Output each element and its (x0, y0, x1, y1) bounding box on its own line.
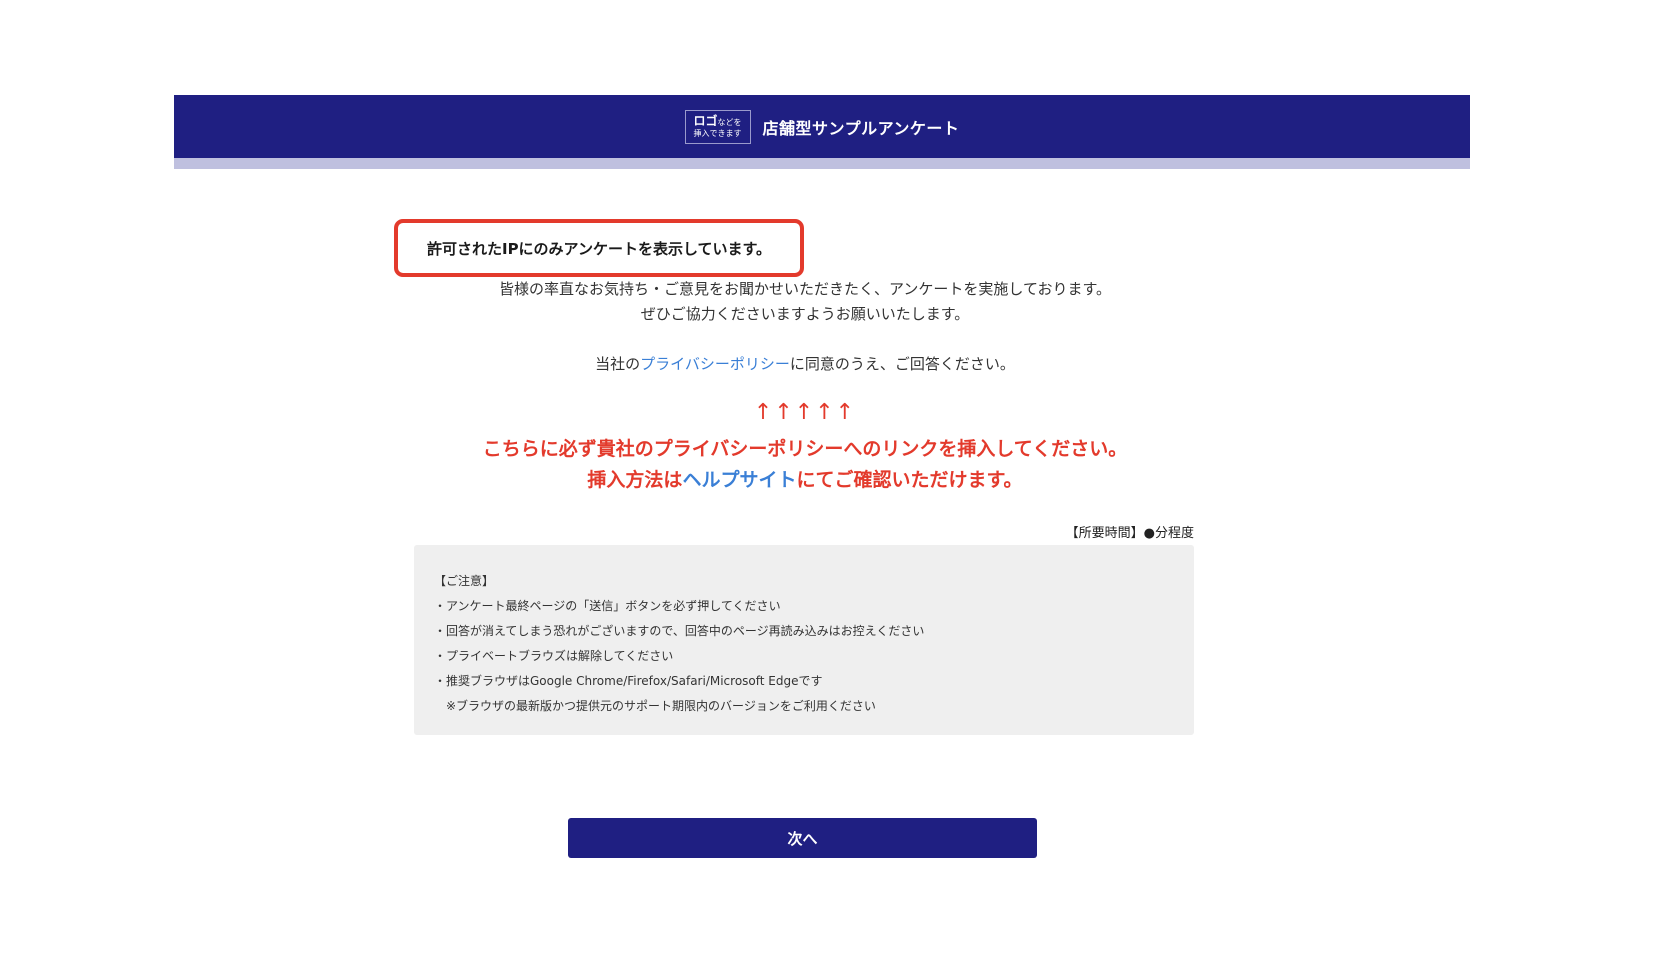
logo-text: ロゴ (693, 114, 718, 128)
logo-placeholder: ロゴなどを 挿入できます (684, 109, 751, 144)
estimated-time: 【所要時間】●分程度 (1065, 526, 1194, 541)
help-prefix: 挿入方法は (587, 469, 683, 491)
survey-header: ロゴなどを 挿入できます 店舗型サンプルアンケート (174, 95, 1470, 158)
privacy-suffix: に同意のうえ、ご回答ください。 (789, 355, 1015, 373)
privacy-policy-link[interactable]: プライバシーポリシー (640, 355, 790, 373)
caution-item: ・アンケート最終ページの「送信」ボタンを必ず押してください (434, 599, 781, 613)
help-site-link[interactable]: ヘルプサイト (682, 469, 796, 491)
intro-line-1: 皆様の率直なお気持ち・ご意見をお聞かせいただきたく、アンケートを実施しております… (498, 280, 1111, 298)
caution-item: ※ブラウザの最新版かつ提供元のサポート期限内のバージョンをご利用ください (434, 699, 876, 713)
logo-subtext: 挿入できます (693, 128, 742, 138)
help-site-instruction: 挿入方法はヘルプサイトにてご確認いただけます。 (300, 465, 1310, 492)
header-divider (174, 158, 1470, 169)
help-suffix: にてご確認いただけます。 (796, 469, 1023, 491)
next-button[interactable]: 次へ (568, 818, 1037, 858)
intro-line-2: ぜひご協力くださいますようお願いいたします。 (640, 305, 970, 323)
caution-title: 【ご注意】 (434, 574, 495, 588)
caution-item: ・回答が消えてしまう恐れがございますので、回答中のページ再読み込みはお控えくださ… (434, 624, 925, 638)
ip-restriction-notice: 許可されたIPにのみアンケートを表示しています。 (394, 219, 804, 277)
caution-item: ・推奨ブラウザはGoogle Chrome/Firefox/Safari/Mic… (434, 674, 823, 688)
caution-box: 【ご注意】 ・アンケート最終ページの「送信」ボタンを必ず押してください ・回答が… (414, 545, 1194, 735)
caution-item: ・プライベートブラウズは解除してください (434, 649, 674, 663)
survey-title: 店舗型サンプルアンケート (762, 118, 960, 138)
logo-text-small: などを (717, 118, 742, 127)
privacy-link-instruction: こちらに必ず貴社のプライバシーポリシーへのリンクを挿入してください。 (482, 438, 1128, 460)
up-arrows-icon: ↑↑↑↑↑ (753, 400, 857, 425)
privacy-prefix: 当社の (595, 355, 641, 373)
privacy-consent-text: 当社のプライバシーポリシーに同意のうえ、ご回答ください。 (300, 353, 1310, 374)
ip-notice-text: 許可されたIPにのみアンケートを表示しています。 (426, 239, 772, 258)
